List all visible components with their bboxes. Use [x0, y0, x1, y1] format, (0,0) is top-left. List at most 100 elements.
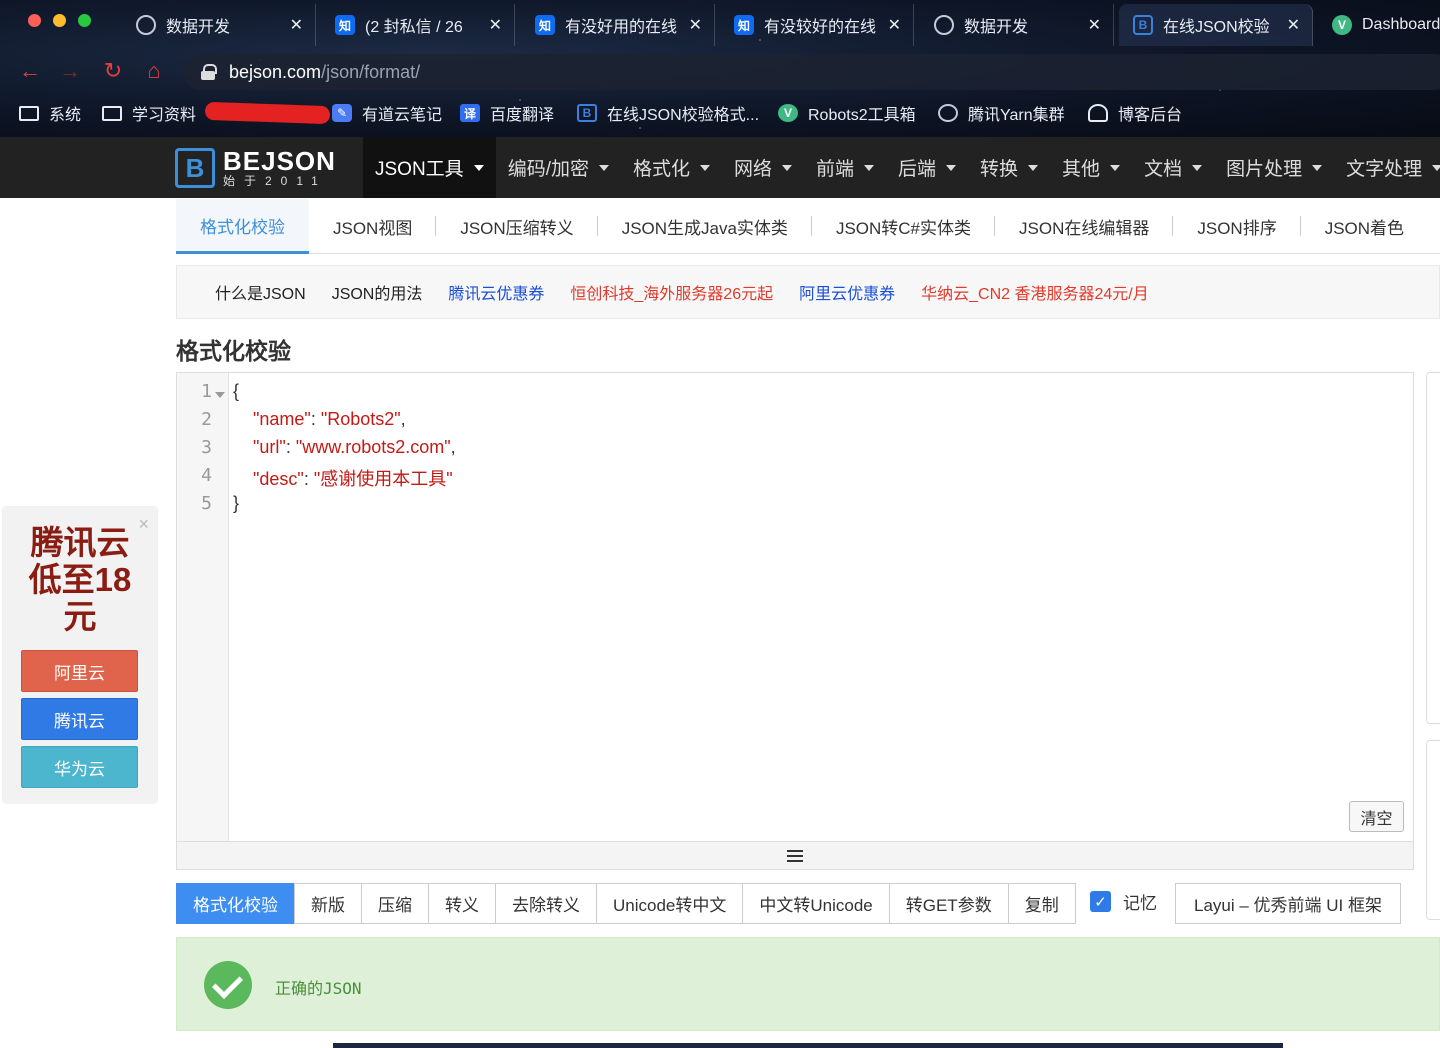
subtab[interactable]: JSON压缩转义: [436, 199, 599, 254]
menu-icon: [787, 849, 803, 862]
subtab[interactable]: JSON着色: [1301, 199, 1428, 254]
address-bar[interactable]: bejson.com/json/format/: [183, 54, 1440, 90]
remember-label: 记忆: [1123, 894, 1157, 913]
globe-icon: [938, 104, 958, 122]
action-button[interactable]: 压缩: [361, 883, 429, 924]
subtab[interactable]: JSON生成Java实体类: [598, 199, 813, 254]
action-button[interactable]: 复制: [1007, 883, 1076, 924]
bookmark-item[interactable]: 译百度翻译: [460, 97, 554, 129]
menu-item[interactable]: JSON工具: [363, 137, 496, 198]
site-navbar: B BEJSON 始于2011 JSON工具 编码/加密 格式化 网络 前端 后端 转换 其他…: [0, 137, 1440, 198]
ad-title-line: 低至18: [28, 561, 132, 598]
tab-close-icon[interactable]: ✕: [689, 15, 702, 35]
tab-close-icon[interactable]: ✕: [1088, 15, 1101, 35]
action-button[interactable]: Unicode转中文: [596, 883, 744, 924]
menu-item-label: 编码/加密: [507, 159, 589, 180]
bookmark-label: Robots2工具箱: [808, 107, 916, 124]
json-editor[interactable]: 1 2 3 4 5 清空 { "name": "Robots2", "url": "ww…: [176, 372, 1414, 842]
menu-item[interactable]: 编码/加密: [496, 137, 621, 198]
forward-icon[interactable]: →: [57, 58, 83, 84]
bookmark-item[interactable]: 腾讯Yarn集群: [938, 97, 1065, 129]
subtab[interactable]: JSON在线编辑器: [995, 199, 1174, 254]
action-button[interactable]: 中文转Unicode: [742, 883, 890, 924]
action-button[interactable]: 转义: [428, 883, 496, 924]
fold-toggle-icon[interactable]: [215, 392, 225, 398]
browser-tab[interactable]: 知 (2 封私信 / 26 ✕: [321, 4, 515, 46]
url-path: /json/format/: [321, 61, 421, 82]
window-zoom-button[interactable]: [78, 14, 91, 27]
home-icon[interactable]: ⌂: [141, 58, 167, 84]
action-buttons: 格式化校验 新版 压缩 转义 去除转义 Unicode转中文 中文转Unicode 转GET参…: [176, 883, 1076, 924]
bookmark-item[interactable]: ✎ 有道云笔记: [332, 97, 442, 129]
bejson-icon: B: [1133, 15, 1153, 35]
menu-item[interactable]: 转换: [968, 137, 1050, 198]
window-minimize-button[interactable]: [53, 14, 66, 27]
caret-down-icon: [946, 164, 957, 171]
json-punct: [233, 469, 253, 489]
action-button[interactable]: 新版: [294, 883, 362, 924]
caret-down-icon: [1028, 164, 1039, 171]
checkbox-checked-icon[interactable]: ✓: [1090, 891, 1111, 912]
reload-icon[interactable]: ↻: [100, 58, 126, 84]
action-button[interactable]: 去除转义: [495, 883, 597, 924]
back-icon[interactable]: ←: [17, 58, 43, 84]
browser-tab[interactable]: 知有没好用的在线 ✕: [521, 4, 715, 46]
bookmark-item[interactable]: 博客后台: [1088, 97, 1182, 129]
caret-down-icon: [1432, 164, 1440, 171]
json-punct: }: [233, 493, 240, 513]
window-close-button[interactable]: [28, 14, 41, 27]
json-string: "Robots2": [320, 409, 401, 429]
link-item[interactable]: 阿里云优惠券: [799, 280, 895, 304]
subtab[interactable]: JSON排序: [1173, 199, 1302, 254]
zhihu-icon: 知: [734, 15, 754, 35]
json-key: "name": [253, 409, 311, 429]
menu-item[interactable]: 文档: [1132, 137, 1214, 198]
json-punct: ,: [450, 437, 456, 457]
bookmark-item[interactable]: B 在线JSON校验格式...: [577, 97, 759, 129]
bookmark-label: 百度翻译: [490, 107, 555, 124]
action-button[interactable]: 格式化校验: [176, 883, 295, 924]
subtab[interactable]: 格式化校验: [176, 199, 309, 254]
link-item[interactable]: 腾讯云优惠券: [448, 280, 544, 304]
tab-close-icon[interactable]: ✕: [489, 15, 502, 35]
json-string: "感谢使用本工具": [313, 469, 453, 489]
tab-close-icon[interactable]: ✕: [290, 15, 303, 35]
bookmark-item[interactable]: 系统: [19, 97, 81, 129]
ad-huawei-button[interactable]: 华为云: [21, 746, 138, 788]
editor-resize-handle[interactable]: [176, 842, 1414, 870]
menu-item[interactable]: 后端: [886, 137, 968, 198]
menu-item[interactable]: 网络: [722, 137, 804, 198]
ad-aliyun-button[interactable]: 阿里云: [21, 650, 138, 692]
bejson-logo[interactable]: B BEJSON 始于2011: [175, 147, 336, 189]
link-item[interactable]: 什么是JSON: [215, 280, 306, 304]
link-item[interactable]: JSON的用法: [332, 280, 423, 304]
link-item[interactable]: 华纳云_CN2 香港服务器24元/月: [921, 280, 1149, 304]
zhihu-icon: 知: [535, 15, 555, 35]
tab-close-icon[interactable]: ✕: [1287, 15, 1300, 35]
clear-button[interactable]: 清空: [1349, 801, 1404, 832]
menu-item[interactable]: 文字处理: [1334, 137, 1440, 198]
menu-item[interactable]: 图片处理: [1214, 137, 1334, 198]
browser-tab[interactable]: V Dashboard: [1318, 4, 1440, 46]
menu-item[interactable]: 其他: [1050, 137, 1132, 198]
bookmark-item[interactable]: 学习资料: [102, 97, 196, 129]
subtab[interactable]: JSON转C#实体类: [812, 199, 996, 254]
code-line: "url": "www.robots2.com",: [233, 437, 456, 458]
ad-tencent-button[interactable]: 腾讯云: [21, 698, 138, 740]
action-button[interactable]: 转GET参数: [888, 883, 1009, 924]
browser-tab[interactable]: 知有没较好的在线 ✕: [720, 4, 914, 46]
menu-item-label: 网络: [733, 159, 772, 180]
line-number: 3: [201, 437, 212, 458]
menu-item[interactable]: 前端: [804, 137, 886, 198]
bookmark-item[interactable]: V Robots2工具箱: [778, 97, 916, 129]
subtab[interactable]: JSON视图: [309, 199, 437, 254]
remember-toggle[interactable]: ✓ 记忆: [1090, 889, 1157, 914]
layui-link-button[interactable]: Layui – 优秀前端 UI 框架: [1175, 883, 1401, 924]
menu-item[interactable]: 格式化: [621, 137, 722, 198]
link-item[interactable]: 恒创科技_海外服务器26元起: [570, 280, 773, 304]
menu-item-label: 格式化: [632, 159, 690, 180]
browser-tab[interactable]: 数据开发 ✕: [920, 4, 1114, 46]
tab-close-icon[interactable]: ✕: [888, 15, 901, 35]
browser-tab[interactable]: B 在线JSON校验 ✕: [1119, 4, 1313, 46]
browser-tab[interactable]: 数据开发 ✕: [122, 4, 316, 46]
